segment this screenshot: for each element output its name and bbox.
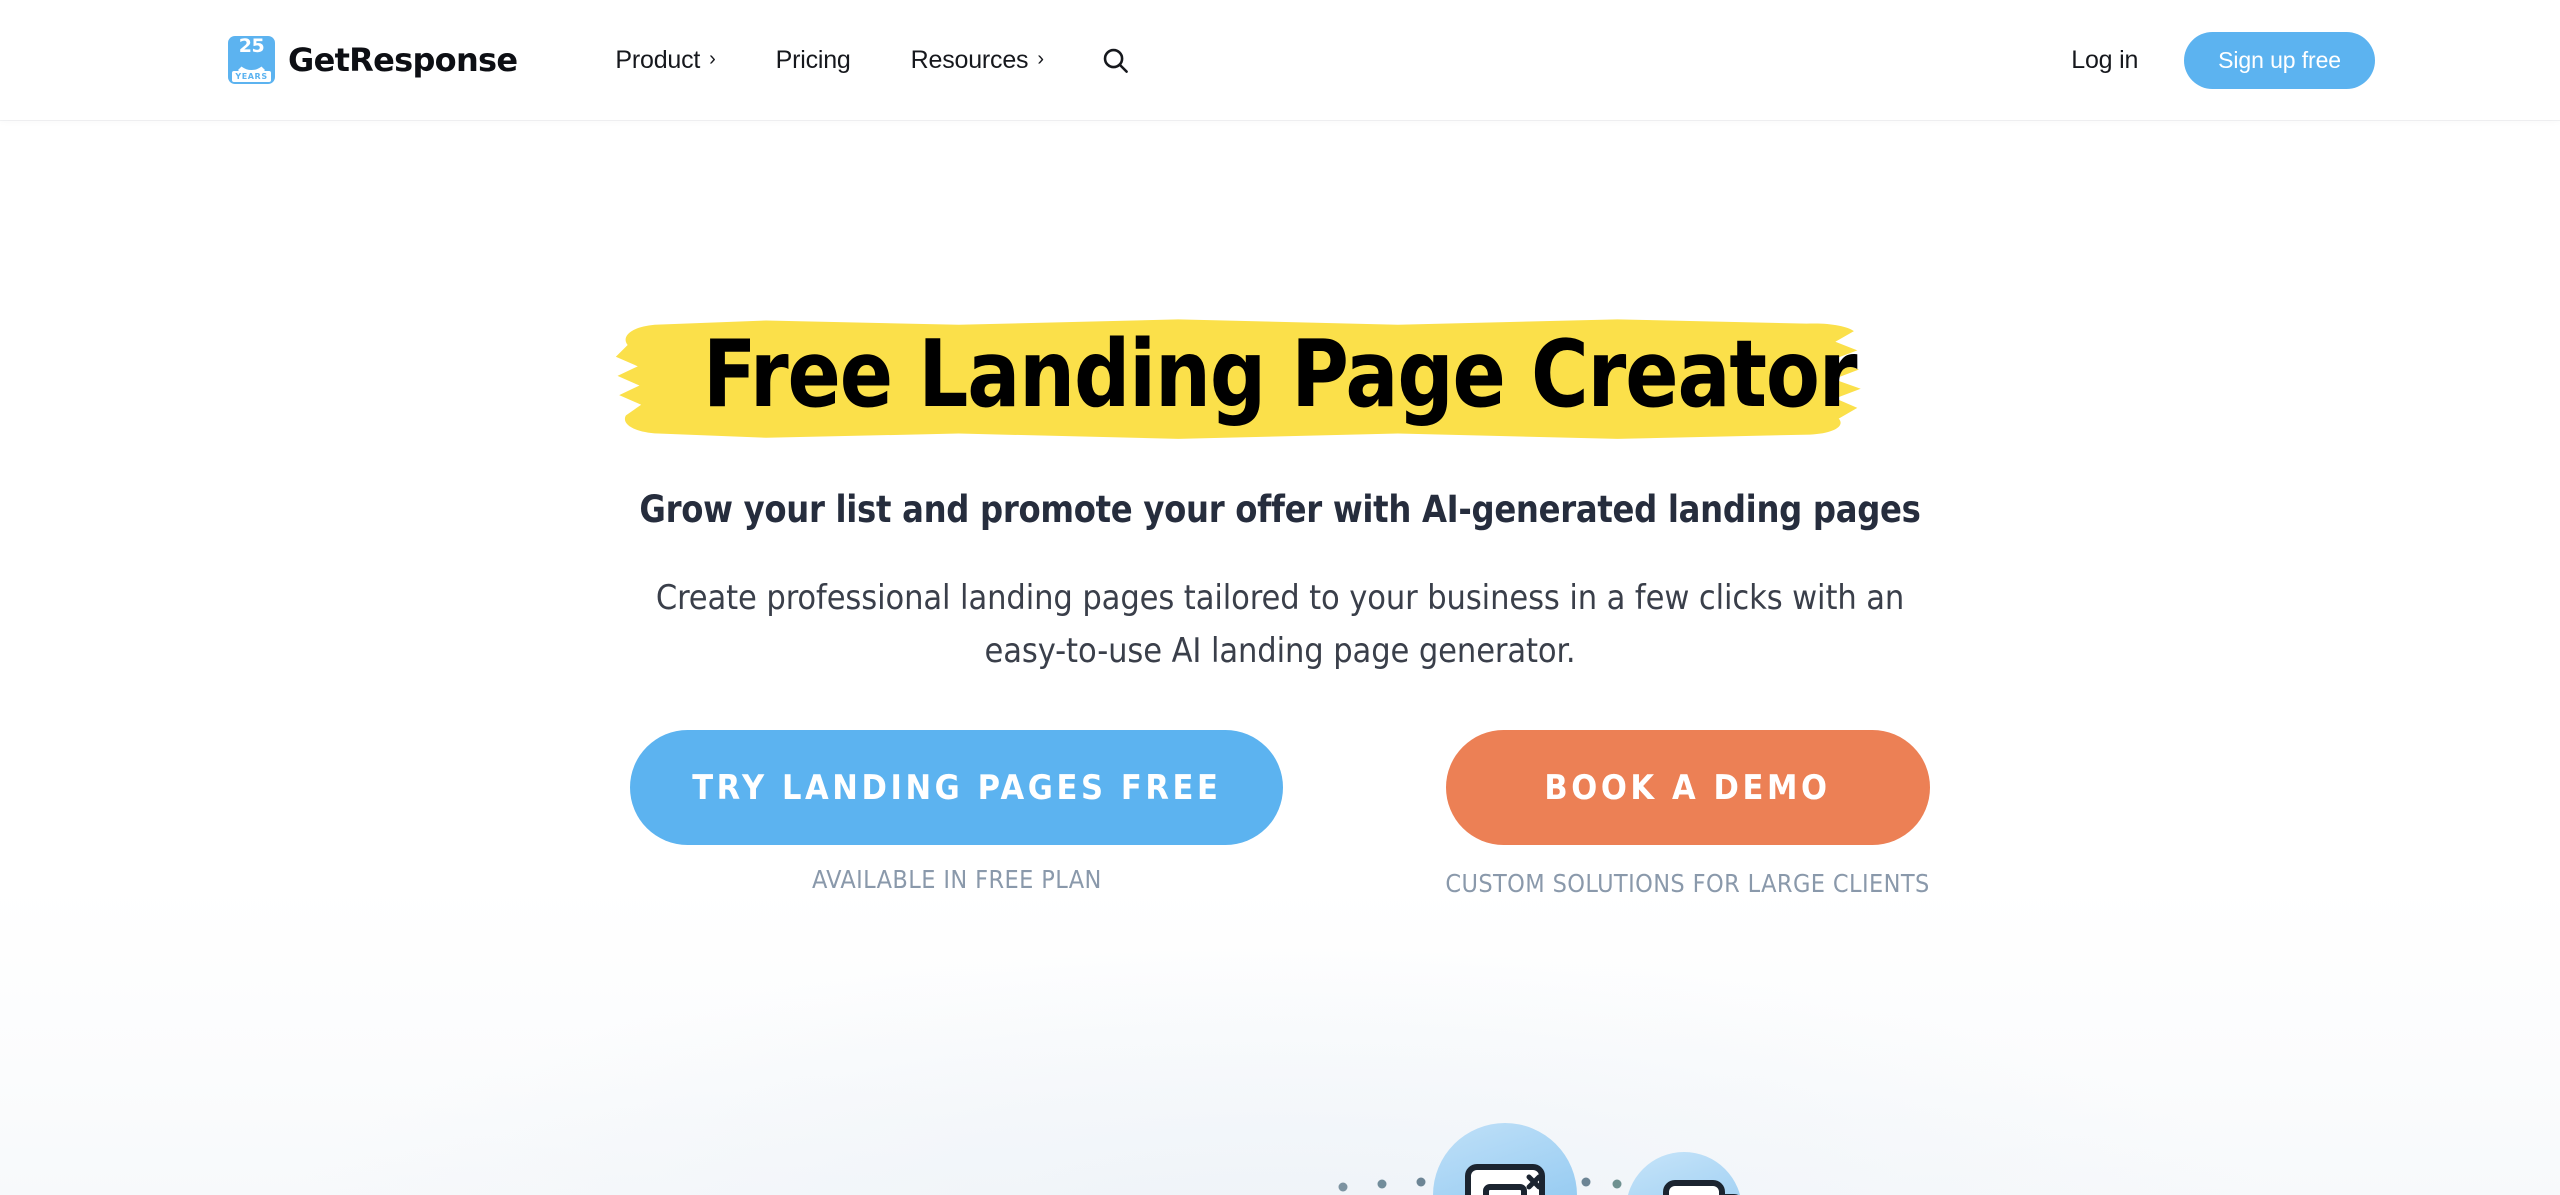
cta-group-secondary: BOOK A DEMO CUSTOM SOLUTIONS FOR LARGE C… (1445, 730, 1930, 899)
try-landing-pages-free-button[interactable]: TRY LANDING PAGES FREE (630, 730, 1284, 845)
hero-illustration (0, 1005, 2560, 1195)
logo-wordmark: GetResponse (288, 41, 518, 79)
logo-link[interactable]: 25 YEARS GetResponse (228, 36, 518, 84)
nav-item-label: Pricing (775, 45, 851, 74)
hero-section: Free Landing Page Creator Grow your list… (0, 120, 2560, 899)
badge-number: 25 (238, 36, 265, 57)
headline-inner: Free Landing Page Creator (616, 319, 1937, 439)
book-a-demo-button[interactable]: BOOK A DEMO (1445, 730, 1930, 845)
cta-note-free-plan: AVAILABLE IN FREE PLAN (811, 865, 1102, 894)
hero-description: Create professional landing pages tailor… (655, 578, 1905, 671)
search-button[interactable] (1090, 34, 1142, 86)
nav-item-pricing[interactable]: Pricing (746, 45, 881, 74)
chevron-right-icon: › (1037, 48, 1044, 70)
cta-group-primary: TRY LANDING PAGES FREE AVAILABLE IN FREE… (630, 730, 1284, 895)
nav-item-label: Product (615, 45, 701, 74)
nav-item-resources[interactable]: Resources › (881, 45, 1074, 74)
search-icon (1100, 45, 1131, 76)
cta-row: TRY LANDING PAGES FREE AVAILABLE IN FREE… (0, 730, 2560, 899)
header-inner: 25 YEARS GetResponse Product › Pricing R… (0, 0, 2560, 120)
nav-item-label: Resources (910, 45, 1029, 74)
page-title: Free Landing Page Creator (703, 320, 1858, 428)
signup-free-button[interactable]: Sign up free (2184, 31, 2375, 89)
anniversary-badge-icon: 25 YEARS (228, 36, 275, 84)
nav-item-product[interactable]: Product › (585, 45, 745, 74)
hero-subheadline: Grow your list and promote your offer wi… (639, 488, 1921, 531)
headline-wrapper: Free Landing Page Creator (0, 319, 2560, 439)
close-x-icon (1526, 1174, 1542, 1190)
landing-page: 25 YEARS GetResponse Product › Pricing R… (0, 0, 2560, 1195)
chevron-right-icon: › (709, 48, 716, 70)
login-link[interactable]: Log in (2071, 46, 2138, 75)
badge-years-label: YEARS (232, 71, 271, 82)
cta-note-custom-solutions: CUSTOM SOLUTIONS FOR LARGE CLIENTS (1445, 869, 1930, 898)
site-header: 25 YEARS GetResponse Product › Pricing R… (0, 0, 2560, 120)
primary-nav: Product › Pricing Resources › (585, 34, 1141, 86)
